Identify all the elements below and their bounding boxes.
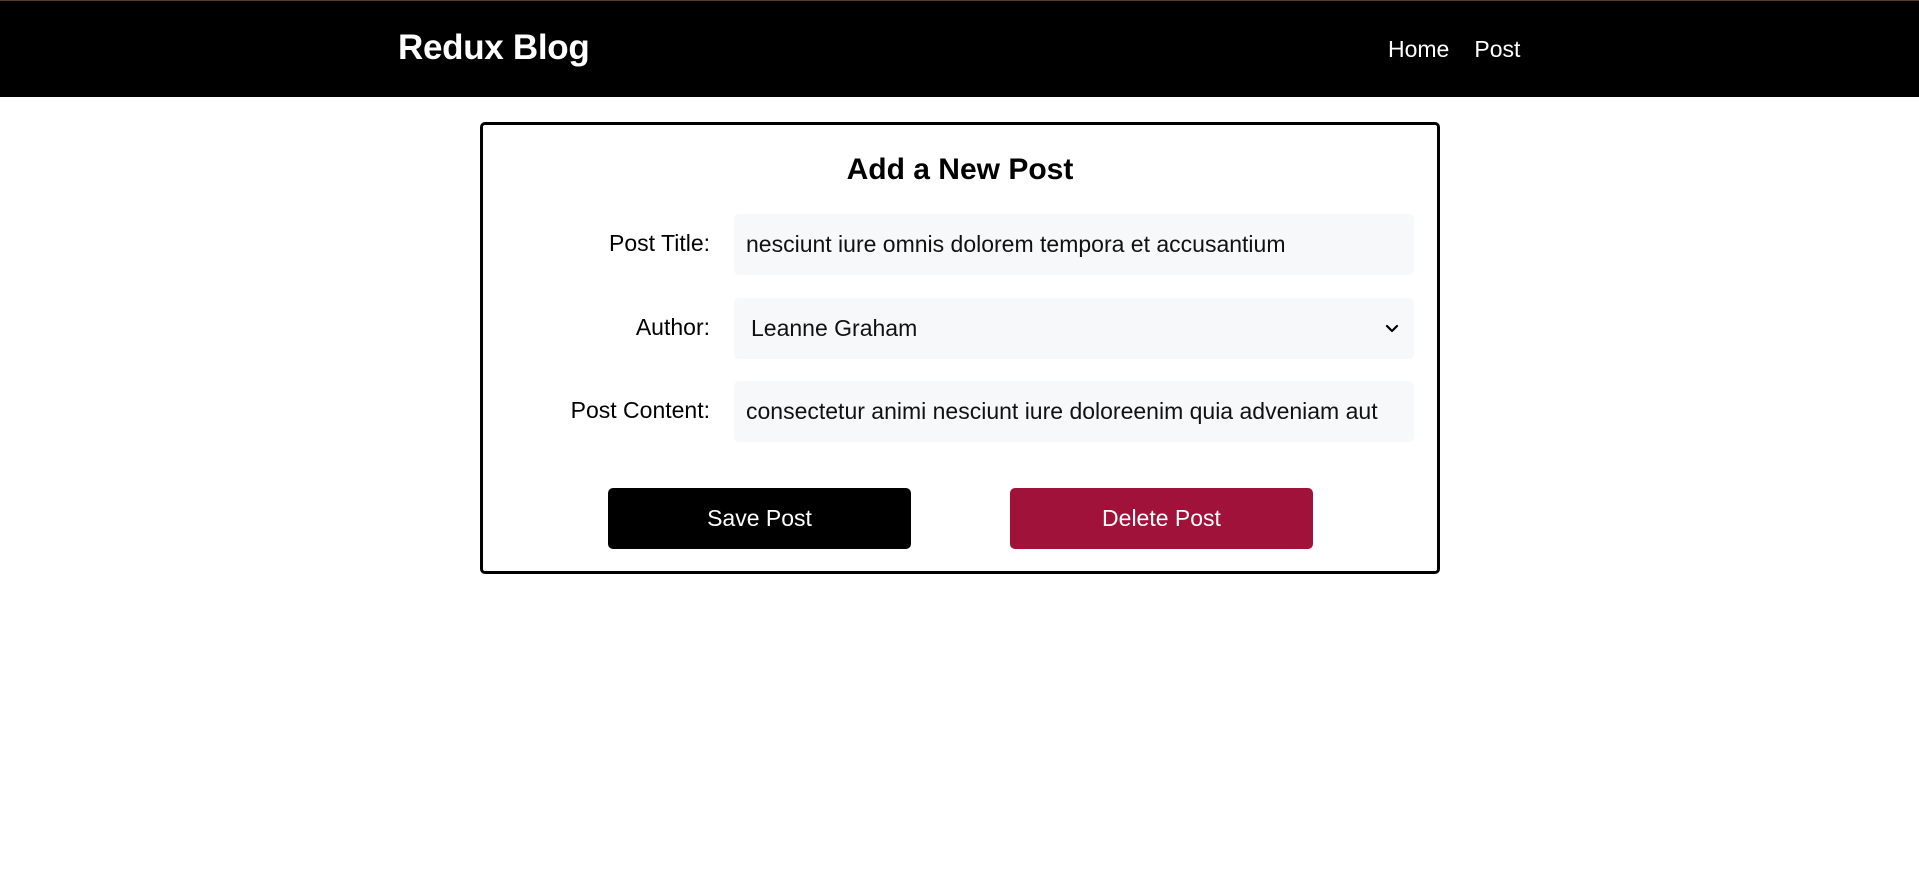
save-post-button[interactable]: Save Post xyxy=(608,488,911,549)
add-post-form: Add a New Post Post Title: nesciunt iure… xyxy=(480,122,1440,574)
post-title-row: Post Title: nesciunt iure omnis dolorem … xyxy=(483,214,1437,275)
nav-links: Home Post xyxy=(1388,38,1520,61)
form-heading: Add a New Post xyxy=(846,153,1074,186)
post-title-input[interactable]: nesciunt iure omnis dolorem tempora et a… xyxy=(734,214,1414,275)
post-content-row: Post Content: consectetur animi nesciunt… xyxy=(483,381,1437,442)
site-brand[interactable]: Redux Blog xyxy=(398,30,590,65)
author-selected-value: Leanne Graham xyxy=(751,315,918,341)
author-select[interactable]: Leanne Graham xyxy=(734,298,1414,359)
navbar: Redux Blog Home Post xyxy=(0,0,1919,97)
delete-post-button[interactable]: Delete Post xyxy=(1010,488,1313,549)
post-content-label: Post Content: xyxy=(570,397,710,423)
author-row: Author: Leanne Graham xyxy=(483,298,1437,359)
author-label: Author: xyxy=(635,314,710,340)
nav-link-post[interactable]: Post xyxy=(1474,38,1520,61)
chevron-down-icon xyxy=(1385,324,1399,333)
post-title-label: Post Title: xyxy=(609,230,710,256)
nav-link-home[interactable]: Home xyxy=(1388,38,1449,61)
post-content-input[interactable]: consectetur animi nesciunt iure doloreen… xyxy=(734,381,1414,442)
